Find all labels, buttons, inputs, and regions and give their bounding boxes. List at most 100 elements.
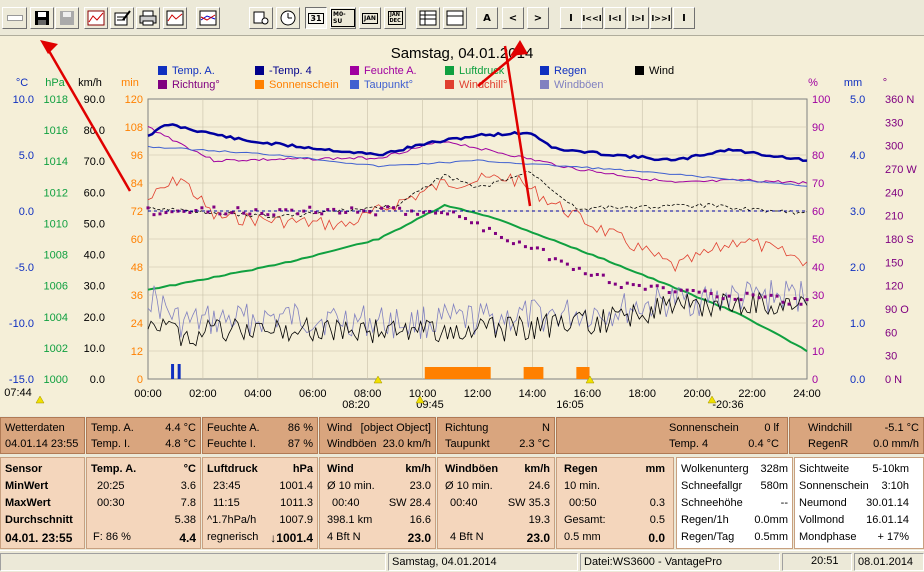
print-button[interactable]: [136, 7, 160, 29]
graph-alt-button[interactable]: [196, 7, 220, 29]
month-view-button[interactable]: JAN: [359, 7, 381, 29]
axis-min-tick: 84: [131, 178, 143, 190]
x-tick: 12:00: [464, 388, 492, 400]
axis-deg-tick: 300: [885, 141, 903, 153]
boeen-avg10-label: Ø 10 min.: [445, 480, 493, 492]
clock-button[interactable]: [276, 7, 300, 29]
richtung-point: [505, 239, 509, 243]
wetterdaten-cell: Wetterdaten 04.01.14 23:55: [0, 417, 85, 454]
minmax-table-icon: [446, 10, 464, 26]
nav-back-button[interactable]: I<I: [604, 7, 626, 29]
richtung-point: [218, 212, 222, 216]
status-bar: Samstag, 04.01.2014 Datei:WS3600 - Vanta…: [0, 550, 924, 572]
arrow-head: [40, 40, 58, 54]
maxwert-label: MaxWert: [5, 497, 51, 509]
temp-a-value: 4.4 °C: [165, 422, 196, 434]
druck-trend: ^1.7hPa/h: [207, 514, 257, 526]
auto-button[interactable]: A: [476, 7, 498, 29]
prev-button[interactable]: <: [502, 7, 524, 29]
richtung-point: [607, 281, 611, 285]
richtung-point: [721, 297, 725, 301]
minmax-button[interactable]: [443, 7, 467, 29]
richtung-point: [272, 213, 276, 217]
axis-min-tick: 120: [125, 94, 143, 106]
regentag-label: Regen/Tag: [681, 531, 735, 543]
regen1h-value: 0.0mm: [754, 514, 788, 526]
schneefallgr-label: Schneefallgr: [681, 480, 743, 492]
tempa-max-time: 00:30: [97, 497, 125, 509]
windboeen-value: 23.0 km/h: [382, 438, 431, 450]
axis-pct-tick: 100: [812, 94, 830, 106]
axis-temp-tick: 0.0: [19, 206, 34, 218]
day-view-button[interactable]: 31: [305, 7, 327, 29]
feuchte-a-label: Feuchte A.: [207, 422, 260, 434]
axis-deg-tick: 360 N: [885, 94, 914, 106]
tempa-now: 4.4: [179, 531, 196, 545]
axis-pct-tick: 40: [812, 262, 824, 274]
axis-deg-tick: 210: [885, 211, 903, 223]
richtung-point: [464, 217, 468, 221]
richtung-point: [637, 283, 641, 287]
richtung-point: [236, 206, 240, 210]
sicht-block: Sichtweite 5-10km Sonnenschein 3:10h Neu…: [794, 457, 924, 549]
legend-swatch: [158, 66, 167, 75]
windchill-cell: Windchill -5.1 °C RegenR 0.0 mm/h: [789, 417, 924, 454]
year-view-button[interactable]: JAN DEC: [384, 7, 406, 29]
mondphase-value: + 17%: [877, 531, 910, 543]
regen-now: 0.0: [648, 531, 665, 545]
graph-button[interactable]: [163, 7, 187, 29]
unit-kmh: km/h: [78, 77, 102, 89]
richtung-point: [655, 284, 659, 288]
legend-label: Wind: [649, 65, 674, 77]
edit-button[interactable]: [110, 7, 134, 29]
temp-a-label: Temp. A.: [91, 422, 134, 434]
feuchte-a-value: 86 %: [287, 422, 313, 434]
axis-mm-tick: 1.0: [850, 318, 865, 330]
richtung-point: [679, 288, 683, 292]
settings-button[interactable]: [249, 7, 273, 29]
axis-kmh-tick: 0.0: [90, 374, 105, 386]
wind-block-unit: km/h: [405, 463, 431, 475]
axis-kmh-tick: 70.0: [84, 156, 105, 168]
axis-pct-tick: 80: [812, 150, 824, 162]
tempa-unit: °C: [183, 463, 196, 475]
nav-start-button[interactable]: I: [560, 7, 582, 29]
sun-mark-label: -20:36: [712, 399, 743, 411]
axis-temp-tick: -5.0: [15, 262, 34, 274]
save-button[interactable]: [30, 7, 54, 29]
richtung-point: [685, 288, 689, 292]
boeen-max-time: 00:40: [450, 497, 478, 509]
sun-mark-label: 07:44: [4, 387, 32, 399]
sensor-title: Sensor: [5, 463, 43, 475]
week-view-button[interactable]: M0-SU: [330, 7, 356, 29]
nav-fast-forward-button[interactable]: I>>I: [650, 7, 672, 29]
axis-min-tick: 24: [131, 318, 143, 330]
richtung-point: [571, 267, 575, 271]
nav-fast-back-button[interactable]: I<<I: [581, 7, 603, 29]
richtung-point: [200, 206, 204, 210]
calendar-gear-icon: [253, 11, 269, 25]
axis-kmh-tick: 20.0: [84, 312, 105, 324]
table-button[interactable]: [416, 7, 440, 29]
axis-min-tick: 108: [125, 122, 143, 134]
windchill-value: -5.1 °C: [884, 422, 919, 434]
richtung-point: [565, 262, 569, 266]
richtung-point: [619, 285, 623, 289]
back-button[interactable]: [2, 7, 27, 29]
regen-bar: [171, 364, 175, 379]
axis-mm-tick: 3.0: [850, 206, 865, 218]
temp-i-label: Temp. I.: [91, 438, 131, 450]
export-image-button[interactable]: [84, 7, 108, 29]
tempa-block: Temp. A. °C 20:25 3.6 00:30 7.8 5.38 F: …: [86, 457, 201, 549]
regen-max-time: 00:50: [569, 497, 597, 509]
save-as-button[interactable]: [55, 7, 79, 29]
next-button[interactable]: >: [527, 7, 549, 29]
axis-deg-tick: 120: [885, 281, 903, 293]
legend-label: Taupunkt°: [364, 79, 413, 91]
nav-end-button[interactable]: I: [673, 7, 695, 29]
edit-icon: [114, 10, 131, 26]
nav-forward-button[interactable]: I>I: [627, 7, 649, 29]
schneefallgr-value: 580m: [760, 480, 788, 492]
richtung-point: [260, 211, 264, 215]
legend-swatch: [350, 66, 359, 75]
